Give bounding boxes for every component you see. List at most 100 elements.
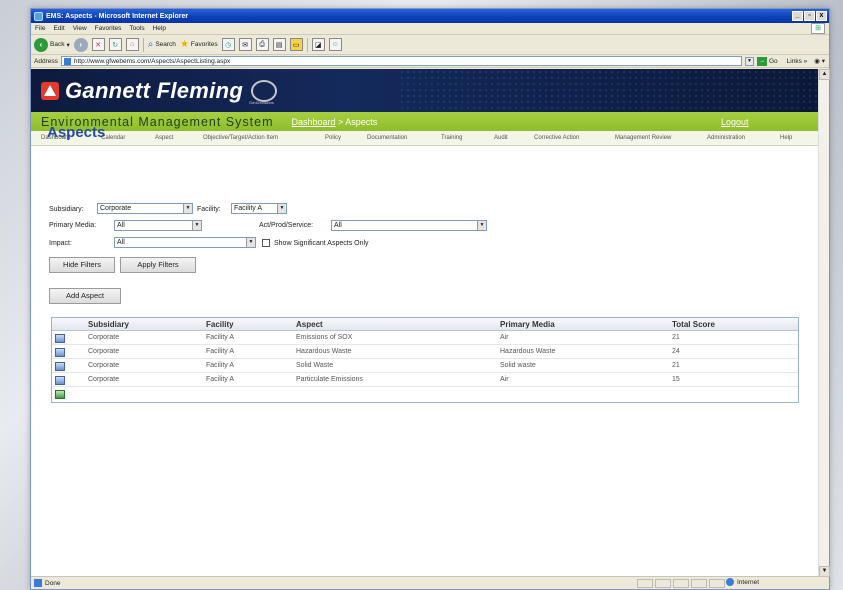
address-bar: Address http://www.gfwebems.com/Aspects/… (31, 55, 829, 68)
brand-name: Gannett Fleming (65, 77, 244, 103)
ie-icon (34, 11, 43, 21)
windows-logo-icon: ⊞ (811, 23, 825, 34)
mail-icon[interactable]: ✉ (238, 38, 252, 51)
go-arrow-icon: → (756, 56, 767, 66)
nav-documentation[interactable]: Documentation (367, 135, 407, 141)
star-icon: ★ (179, 39, 189, 50)
column-header-facility[interactable]: Facility (206, 320, 234, 329)
search-icon: ⌕ (147, 39, 154, 50)
column-header-primary-media[interactable]: Primary Media (500, 320, 555, 329)
links-button[interactable]: Links » (787, 58, 808, 65)
primary-media-label: Primary Media: (49, 222, 97, 229)
impact-select[interactable]: All ▼ (114, 237, 256, 248)
nav-objective[interactable]: Objective/Target/Action Item (203, 135, 278, 141)
address-input[interactable]: http://www.gfwebems.com/Aspects/AspectLi… (60, 56, 742, 66)
edit-icon[interactable]: ▤ (272, 38, 286, 51)
chevron-down-icon: ▼ (277, 204, 286, 213)
menu-file[interactable]: File (35, 25, 45, 32)
title-bar: EMS: Aspects - Microsoft Internet Explor… (31, 9, 829, 23)
menu-help[interactable]: Help (153, 25, 166, 32)
breadcrumb: Dashboard > Aspects (291, 116, 378, 127)
browser-toolbar: ‹ Back ▾ › ✕ ↻ ⌂ ⌕ Search ★ Favorites ◷ … (31, 35, 829, 55)
status-text: Done (45, 579, 61, 587)
aspects-table: Subsidiary Facility Aspect Primary Media… (51, 317, 799, 403)
research-icon[interactable]: ◪ (311, 38, 325, 51)
act-prod-service-label: Act/Prod/Service: (259, 222, 314, 229)
nav-management-review[interactable]: Management Review (615, 135, 671, 141)
column-header-aspect[interactable]: Aspect (296, 320, 323, 329)
logout-link[interactable]: Logout (721, 117, 749, 127)
back-button[interactable]: ‹ Back ▾ (34, 37, 70, 52)
scroll-up-icon[interactable]: ▲ (819, 69, 830, 80)
column-header-total-score[interactable]: Total Score (672, 320, 715, 329)
table-row[interactable]: Corporate Facility A Solid Waste Solid w… (52, 359, 798, 373)
search-button[interactable]: ⌕ Search (148, 39, 176, 50)
view-record-icon[interactable] (55, 348, 65, 357)
nav-audit[interactable]: Audit (494, 135, 508, 141)
forward-button[interactable]: › (73, 37, 88, 52)
table-row[interactable]: Corporate Facility A Emissions of SOX Ai… (52, 331, 798, 345)
table-row[interactable]: Corporate Facility A Hazardous Waste Haz… (52, 345, 798, 359)
minimize-button[interactable]: _ (792, 11, 803, 21)
security-zone: Internet (726, 578, 759, 586)
table-footer-row (52, 387, 798, 401)
nav-training[interactable]: Training (441, 135, 462, 141)
chevron-down-icon: ▼ (192, 221, 201, 230)
view-record-icon[interactable] (55, 376, 65, 385)
menu-edit[interactable]: Edit (53, 25, 64, 32)
facility-label: Facility: (197, 206, 221, 213)
favorites-button[interactable]: ★ Favorites (180, 39, 218, 50)
system-bar: Environmental Management System Dashboar… (31, 112, 819, 131)
chevron-down-icon: ▼ (477, 221, 486, 230)
menu-bar: File Edit View Favorites Tools Help ⊞ (31, 23, 829, 35)
stop-icon[interactable]: ✕ (91, 38, 105, 51)
maximize-button[interactable]: ▫ (804, 11, 815, 21)
main-nav: Dashboard Calendar Aspect Objective/Targ… (31, 131, 819, 146)
menu-tools[interactable]: Tools (129, 25, 144, 32)
messenger-icon[interactable]: ☺ (328, 38, 342, 51)
hide-filters-button[interactable]: Hide Filters (49, 257, 115, 273)
internet-globe-icon (726, 578, 734, 586)
nav-administration[interactable]: Administration (707, 135, 745, 141)
go-button[interactable]: → Go (756, 56, 778, 66)
address-dropdown[interactable]: ▼ (744, 56, 754, 66)
history-icon[interactable]: ◷ (221, 38, 235, 51)
chevron-down-icon: ▼ (183, 204, 192, 213)
breadcrumb-current: Aspects (345, 116, 378, 127)
geodecisions-globe-icon (251, 79, 278, 102)
table-row[interactable]: Corporate Facility A Particulate Emissio… (52, 373, 798, 387)
apply-filters-button[interactable]: Apply Filters (120, 257, 196, 273)
close-button[interactable]: x (816, 11, 827, 21)
nav-help[interactable]: Help (780, 135, 792, 141)
extension-icon[interactable]: ◉ ▾ (814, 57, 825, 65)
breadcrumb-dashboard-link[interactable]: Dashboard (291, 117, 335, 127)
view-record-icon[interactable] (55, 362, 65, 371)
nav-corrective-action[interactable]: Corrective Action (534, 135, 579, 141)
chevron-down-icon: ▼ (246, 238, 255, 247)
add-aspect-button[interactable]: Add Aspect (49, 288, 121, 304)
menu-favorites[interactable]: Favorites (95, 25, 122, 32)
refresh-icon[interactable]: ↻ (108, 38, 122, 51)
show-significant-label: Show Significant Aspects Only (274, 240, 369, 247)
view-record-icon[interactable] (55, 334, 65, 343)
geodecisions-label: GeoDecisions (249, 100, 274, 105)
column-header-subsidiary[interactable]: Subsidiary (88, 320, 129, 329)
facility-select[interactable]: Facility A ▼ (231, 203, 287, 214)
primary-media-select[interactable]: All ▼ (114, 220, 202, 231)
nav-policy[interactable]: Policy (325, 135, 341, 141)
status-bar: Done Internet (31, 576, 829, 589)
nav-aspect[interactable]: Aspect (155, 135, 173, 141)
home-icon[interactable]: ⌂ (125, 38, 139, 51)
act-prod-service-select[interactable]: All ▼ (331, 220, 487, 231)
print-icon[interactable]: ⎙ (255, 38, 269, 51)
menu-view[interactable]: View (73, 25, 87, 32)
site-banner: Gannett Fleming GeoDecisions (31, 69, 819, 112)
vertical-scrollbar[interactable]: ▲ ▼ (818, 69, 830, 577)
excel-export-icon[interactable] (55, 390, 65, 399)
gannett-fleming-logo-icon (41, 81, 59, 100)
subsidiary-select[interactable]: Corporate ▼ (97, 203, 193, 214)
folder-icon[interactable]: ▭ (289, 38, 303, 51)
show-significant-checkbox[interactable] (262, 239, 270, 247)
subsidiary-label: Subsidiary: (49, 206, 84, 213)
page-icon (63, 57, 71, 65)
